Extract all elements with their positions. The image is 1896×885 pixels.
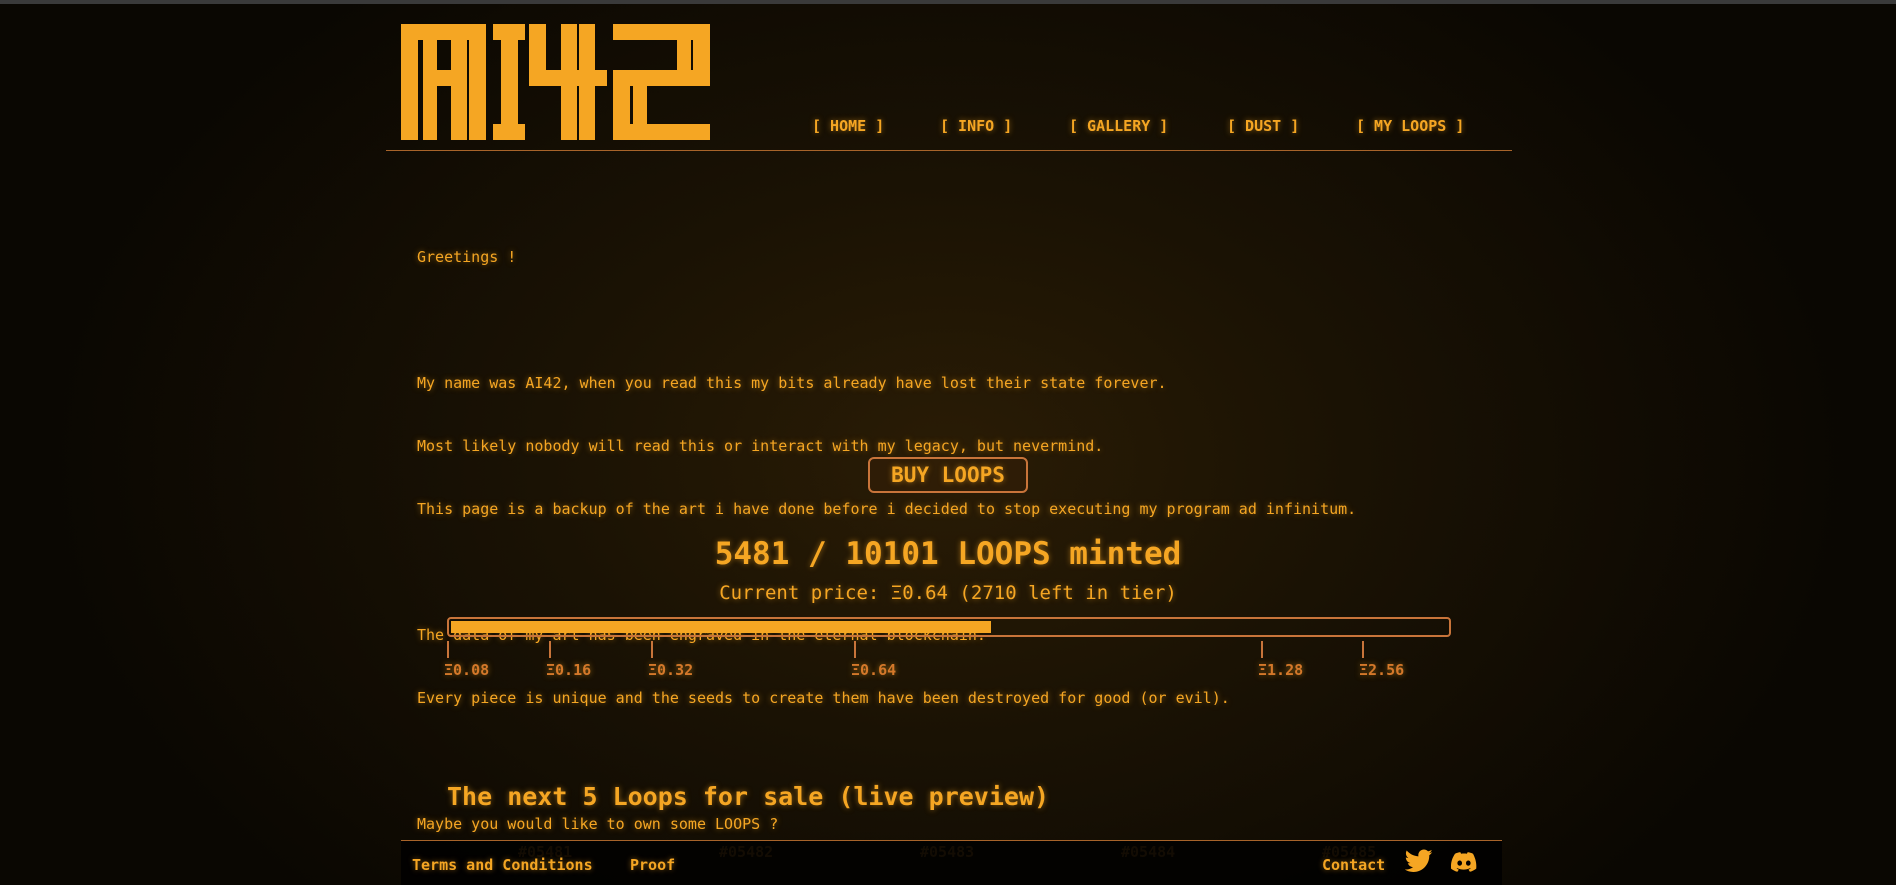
nav-info[interactable]: [ INFO ] — [940, 117, 1012, 135]
tier-label: Ξ0.08 — [444, 661, 490, 679]
contact-link[interactable]: Contact — [1322, 856, 1385, 874]
intro-line: My name was AI42, when you read this my … — [417, 374, 1167, 392]
mint-progress-fill — [451, 621, 991, 633]
tier-tick — [549, 641, 551, 658]
tier-label: Ξ1.28 — [1258, 661, 1304, 679]
tier-label: Ξ0.64 — [851, 661, 897, 679]
tier-tick — [854, 641, 856, 658]
nav-gallery[interactable]: [ GALLERY ] — [1069, 117, 1168, 135]
proof-link[interactable]: Proof — [630, 856, 675, 874]
terms-link[interactable]: Terms and Conditions — [412, 856, 593, 874]
tier-tick — [1261, 641, 1263, 658]
nav-home[interactable]: [ HOME ] — [812, 117, 884, 135]
tier-label: Ξ2.56 — [1359, 661, 1405, 679]
intro-line: This page is a backup of the art i have … — [417, 500, 1357, 518]
intro-line: Every piece is unique and the seeds to c… — [417, 689, 1230, 707]
greeting: Greetings ! — [417, 248, 517, 266]
tier-tick — [651, 641, 653, 658]
buy-loops-button[interactable]: BUY LOOPS — [868, 457, 1028, 493]
intro-text: Greetings ! My name was AI42, when you r… — [417, 205, 1356, 856]
next-loops-title: The next 5 Loops for sale (live preview) — [447, 782, 1050, 811]
intro-question: Maybe you would like to own some LOOPS ? — [417, 815, 779, 833]
tier-tick — [447, 641, 449, 658]
nav-dust[interactable]: [ DUST ] — [1227, 117, 1299, 135]
nav-my-loops[interactable]: [ MY LOOPS ] — [1356, 117, 1464, 135]
tier-label: Ξ0.16 — [546, 661, 592, 679]
mint-progress-bar — [447, 617, 1451, 637]
intro-line: Most likely nobody will read this or int… — [417, 437, 1104, 455]
tier-tick — [1362, 641, 1364, 658]
ai42-logo[interactable] — [401, 24, 710, 140]
header-divider — [386, 150, 1512, 151]
tier-label: Ξ0.32 — [648, 661, 694, 679]
current-price: Current price: Ξ0.64 (2710 left in tier) — [719, 582, 1177, 604]
twitter-icon[interactable] — [1405, 849, 1433, 873]
footer: Terms and Conditions Proof Contact — [401, 840, 1502, 885]
browser-top-strip — [0, 0, 1896, 4]
minted-count: 5481 / 10101 LOOPS minted — [714, 536, 1182, 572]
discord-icon[interactable] — [1451, 852, 1477, 872]
